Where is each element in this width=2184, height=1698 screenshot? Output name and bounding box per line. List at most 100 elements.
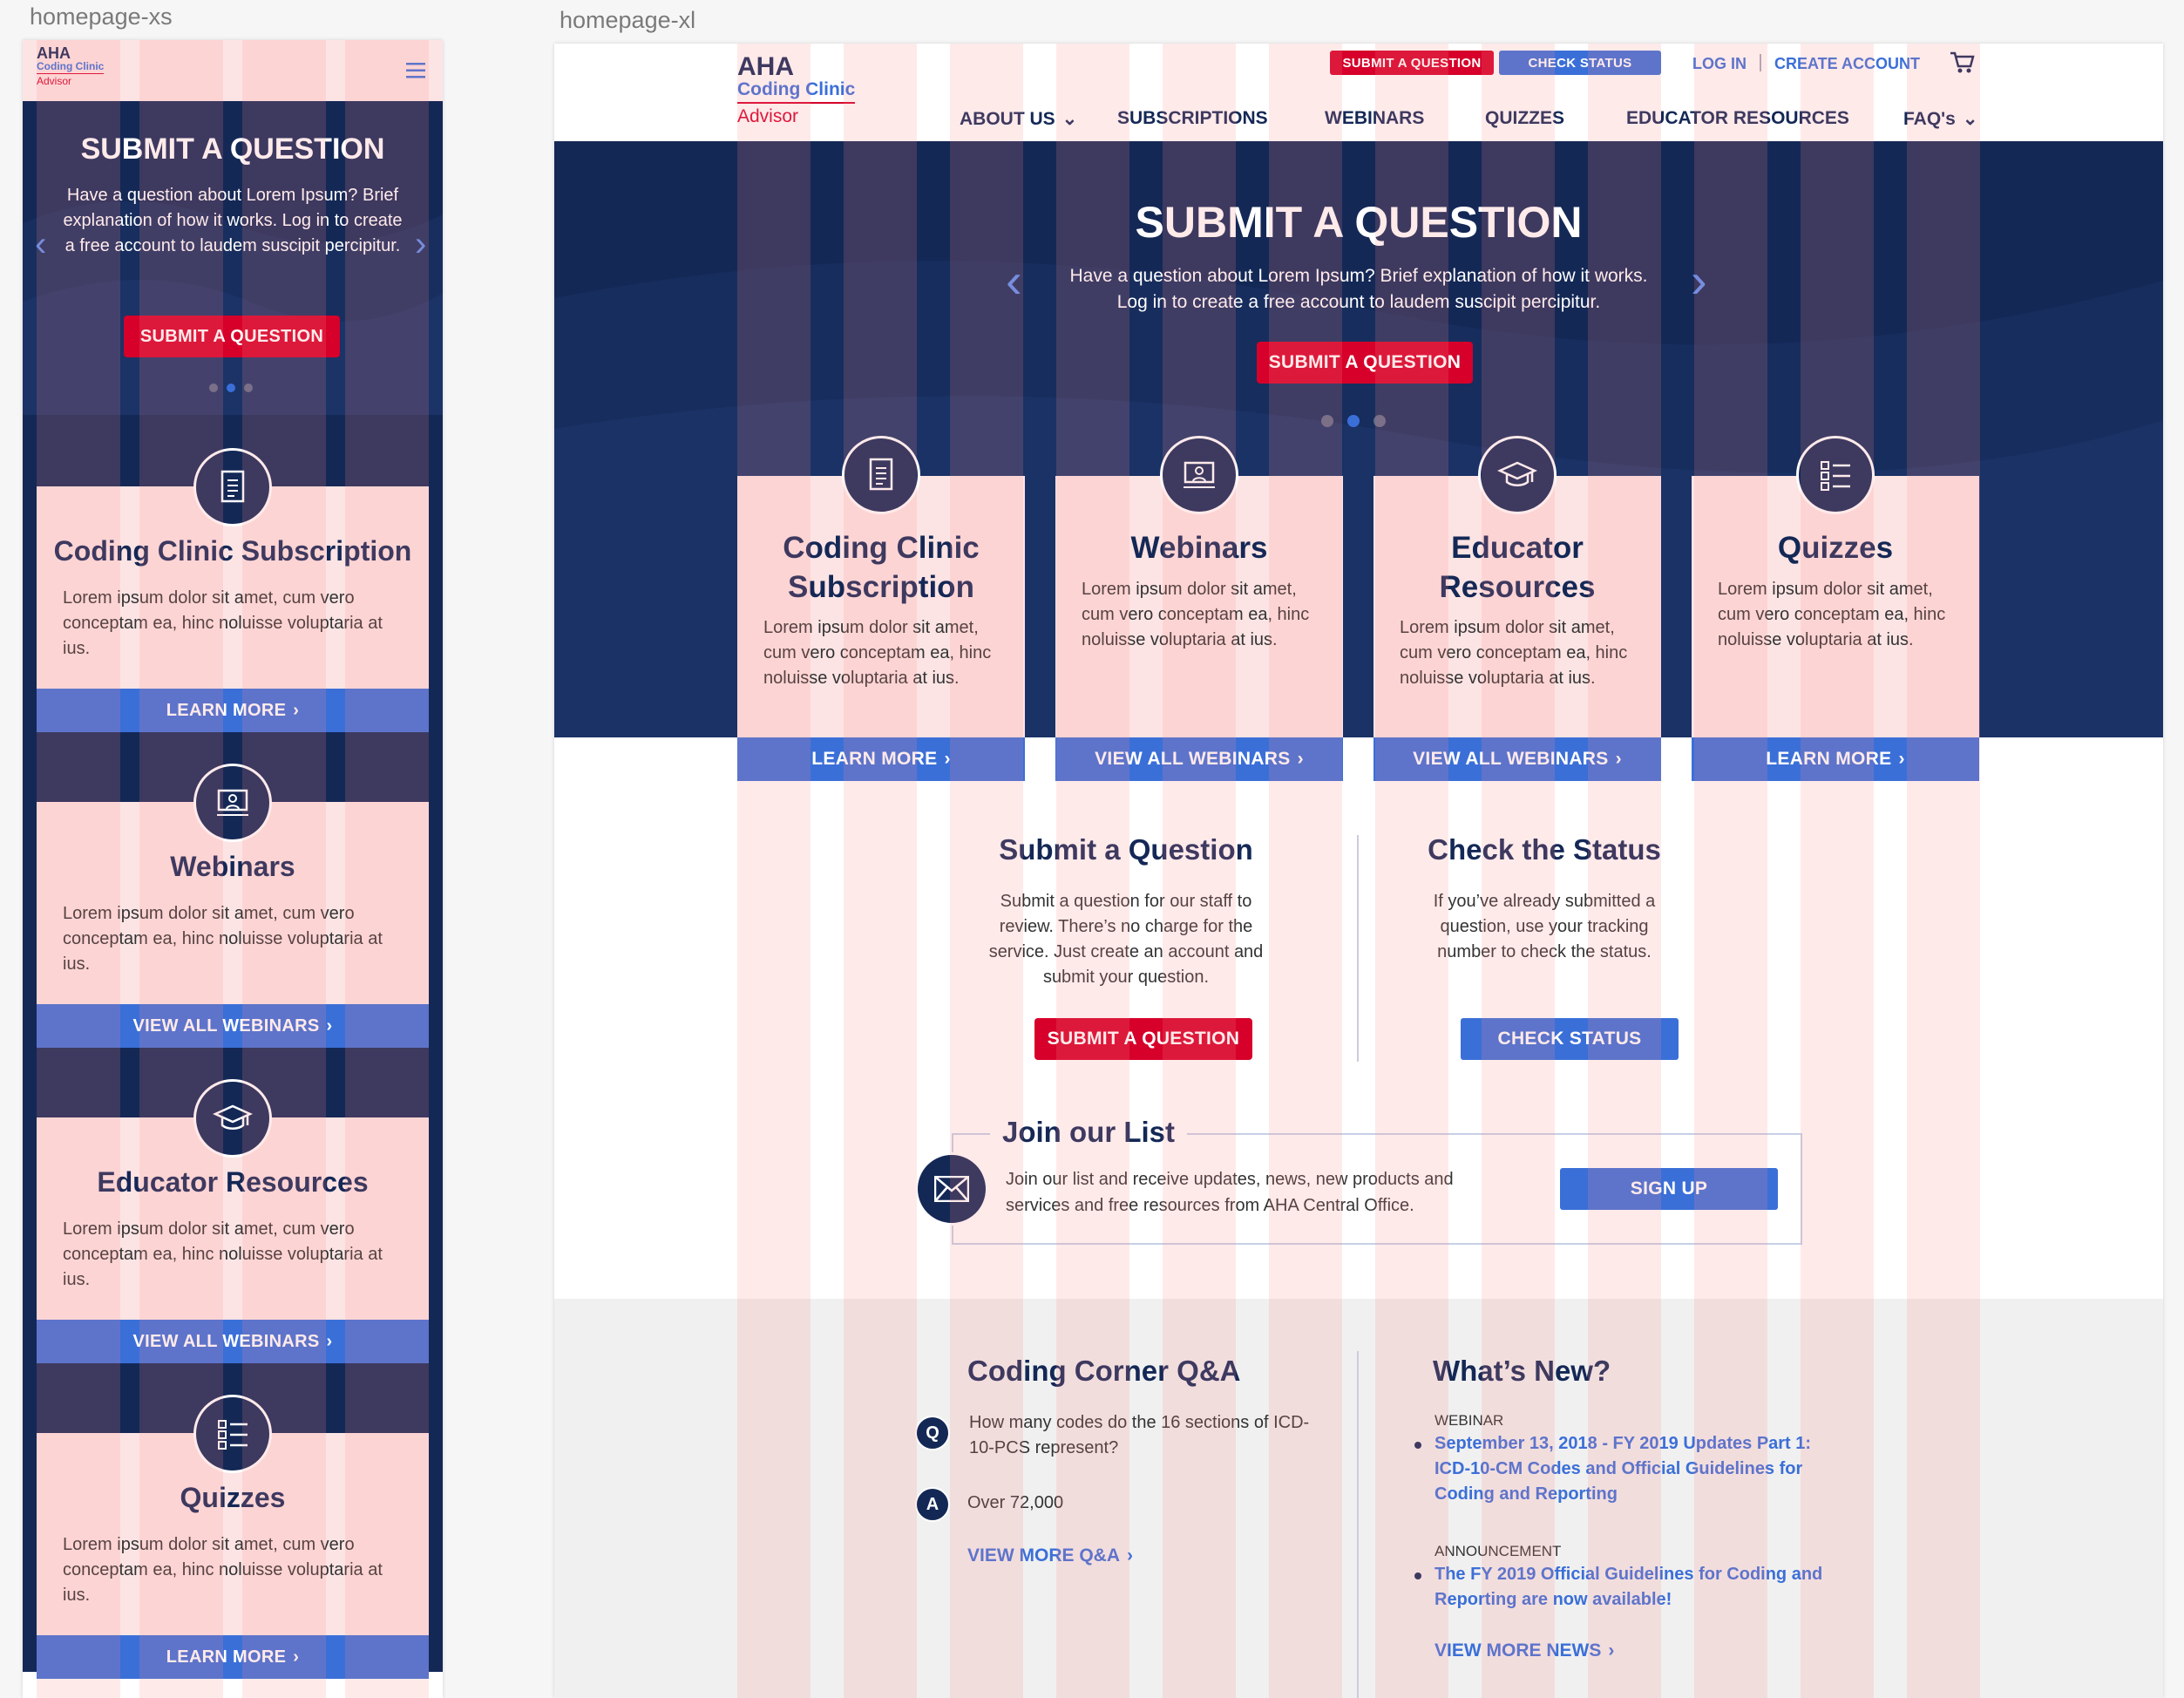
header-status-button[interactable]: CHECK STATUS: [1499, 51, 1661, 75]
document-icon: [842, 436, 920, 514]
nav-webinars[interactable]: WEBINARS: [1325, 108, 1424, 129]
create-account-link[interactable]: CREATE ACCOUNT: [1774, 55, 1920, 73]
carousel-dot[interactable]: [209, 384, 218, 392]
xl-hero-text: Have a question about Lorem Ipsum? Brief…: [1069, 266, 1648, 312]
document-icon: [193, 448, 272, 526]
chevron-right-icon: ›: [326, 1015, 333, 1036]
xs-carousel-next[interactable]: ›: [415, 225, 426, 264]
carousel-dot[interactable]: [1321, 415, 1333, 427]
xl-carousel-next[interactable]: ›: [1691, 256, 1707, 305]
qa-title: Coding Corner Q&A: [967, 1355, 1241, 1387]
xs-card-button-label: LEARN MORE: [166, 1647, 287, 1667]
checklist-icon: [193, 1395, 272, 1473]
section-divider: [1357, 835, 1359, 1062]
nav-quizzes[interactable]: QUIZZES: [1485, 108, 1564, 129]
chevron-right-icon: ›: [1898, 749, 1905, 769]
xl-card-button[interactable]: LEARN MORE ›: [1692, 737, 1979, 781]
nav-faq-label: FAQ's: [1903, 109, 1956, 129]
xl-card-text: Lorem ipsum dolor sit amet, cum vero con…: [1082, 580, 1310, 649]
xl-carousel-dots: [1321, 415, 1386, 427]
chevron-right-icon: ›: [1127, 1545, 1134, 1566]
xl-card-button[interactable]: VIEW ALL WEBINARS ›: [1055, 737, 1343, 781]
xs-card-button[interactable]: VIEW ALL WEBINARS ›: [37, 1004, 429, 1048]
xs-card-text: Lorem ipsum dolor sit amet, cum vero con…: [63, 904, 383, 974]
view-more-qa-link[interactable]: VIEW MORE Q&A ›: [967, 1545, 1133, 1566]
xs-card-button-label: LEARN MORE: [166, 700, 287, 720]
graduation-cap-icon: [193, 1079, 272, 1158]
submit-question-button[interactable]: SUBMIT A QUESTION: [1034, 1018, 1252, 1060]
xl-card: Quizzes Lorem ipsum dolor sit amet, cum v…: [1692, 476, 1979, 737]
header-submit-button[interactable]: SUBMIT A QUESTION: [1330, 51, 1494, 75]
news-category-2: ANNOUNCEMENT: [1435, 1543, 1562, 1559]
xs-card-text: Lorem ipsum dolor sit amet, cum vero con…: [63, 1535, 383, 1605]
view-more-news-link[interactable]: VIEW MORE NEWS ›: [1435, 1640, 1614, 1661]
homepage-xs-frame: AHA Coding Clinic Advisor SUBMIT A QUEST…: [23, 40, 443, 1698]
chevron-right-icon: ›: [293, 1647, 300, 1667]
cart-icon[interactable]: [1949, 51, 1975, 79]
logo-coding-clinic: Coding Clinic: [37, 60, 105, 74]
xs-card-button[interactable]: VIEW ALL WEBINARS ›: [37, 1320, 429, 1363]
chevron-right-icon: ›: [944, 749, 951, 769]
status-text: If you’ve already submitted a question, …: [1433, 892, 1656, 961]
xl-card-button-label: LEARN MORE: [811, 749, 938, 769]
nav-educator-resources[interactable]: EDUCATOR RESOURCES: [1626, 108, 1849, 129]
xs-card-button[interactable]: LEARN MORE ›: [37, 1635, 429, 1679]
xl-card-button[interactable]: VIEW ALL WEBINARS ›: [1373, 737, 1661, 781]
header-divider: [1760, 54, 1761, 71]
xs-carousel-dots: [209, 384, 253, 392]
view-more-news-label: VIEW MORE NEWS: [1435, 1640, 1602, 1661]
checklist-icon: [1796, 436, 1875, 514]
chevron-right-icon: ›: [1615, 749, 1622, 769]
join-title: Join our List: [990, 1116, 1187, 1149]
xs-card-text: Lorem ipsum dolor sit amet, cum vero con…: [63, 1219, 383, 1289]
news-bullet: [1414, 1442, 1421, 1449]
xs-card-button[interactable]: LEARN MORE ›: [37, 689, 429, 732]
carousel-dot[interactable]: [1373, 415, 1386, 427]
xl-card-button[interactable]: LEARN MORE ›: [737, 737, 1025, 781]
carousel-dot-active[interactable]: [227, 384, 235, 392]
news-link-1[interactable]: September 13, 2018 - FY 2019 Updates Par…: [1435, 1431, 1835, 1507]
xl-card-title: Educator Resources: [1439, 531, 1596, 604]
news-title: What’s New?: [1433, 1355, 1611, 1387]
xs-card-button-label: VIEW ALL WEBINARS: [132, 1015, 320, 1036]
xs-logo[interactable]: AHA Coding Clinic Advisor: [37, 45, 105, 86]
a-badge: A: [915, 1487, 950, 1522]
carousel-dot[interactable]: [244, 384, 253, 392]
submit-text: Submit a question for our staff to revie…: [988, 892, 1264, 987]
xl-card-button-label: LEARN MORE: [1766, 749, 1892, 769]
xs-hero-button[interactable]: SUBMIT A QUESTION: [124, 316, 340, 357]
xs-carousel-prev[interactable]: ‹: [35, 225, 46, 264]
chevron-right-icon: ›: [326, 1331, 333, 1351]
xl-card-text: Lorem ipsum dolor sit amet, cum vero con…: [1718, 580, 1946, 649]
chevron-right-icon: ›: [1608, 1640, 1615, 1661]
qa-question: How many codes do the 16 sections of ICD…: [969, 1413, 1310, 1457]
frame-label-xs: homepage-xs: [30, 3, 173, 30]
xl-card-title: Coding Clinic Subscription: [783, 531, 980, 604]
nav-subscriptions[interactable]: SUBSCRIPTIONS: [1117, 108, 1268, 129]
carousel-dot-active[interactable]: [1347, 415, 1360, 427]
hamburger-icon[interactable]: [406, 63, 425, 78]
nav-faqs[interactable]: FAQ's ⌄: [1903, 108, 1977, 130]
check-status-button[interactable]: CHECK STATUS: [1461, 1018, 1679, 1060]
news-link-2[interactable]: The FY 2019 Official Guidelines for Codi…: [1435, 1562, 1835, 1613]
presentation-icon: [193, 764, 272, 842]
xl-carousel-prev[interactable]: ‹: [1006, 256, 1022, 305]
xl-hero-button[interactable]: SUBMIT A QUESTION: [1257, 342, 1473, 384]
xl-card-text: Lorem ipsum dolor sit amet, cum vero con…: [763, 618, 992, 688]
xs-card-title: Webinars: [170, 851, 295, 882]
nav-about-us[interactable]: ABOUT US ⌄: [960, 108, 1077, 130]
xl-card-title: Webinars: [1130, 531, 1268, 565]
login-link[interactable]: LOG IN: [1692, 55, 1747, 73]
xs-card-text: Lorem ipsum dolor sit amet, cum vero con…: [63, 588, 383, 658]
qa-answer: Over 72,000: [967, 1493, 1064, 1512]
xs-card-title: Coding Clinic Subscription: [53, 535, 412, 567]
graduation-cap-icon: [1478, 436, 1557, 514]
xl-logo[interactable]: AHA Coding Clinic Advisor: [737, 54, 856, 126]
logo-advisor: Advisor: [737, 106, 799, 126]
xs-card-button-label: VIEW ALL WEBINARS: [132, 1331, 320, 1351]
chevron-right-icon: ›: [1297, 749, 1304, 769]
sign-up-button[interactable]: SIGN UP: [1560, 1168, 1778, 1210]
join-text: Join our list and receive updates, news,…: [1006, 1170, 1454, 1215]
xs-hero-title: SUBMIT A QUESTION: [80, 132, 385, 166]
q-badge: Q: [915, 1416, 950, 1450]
